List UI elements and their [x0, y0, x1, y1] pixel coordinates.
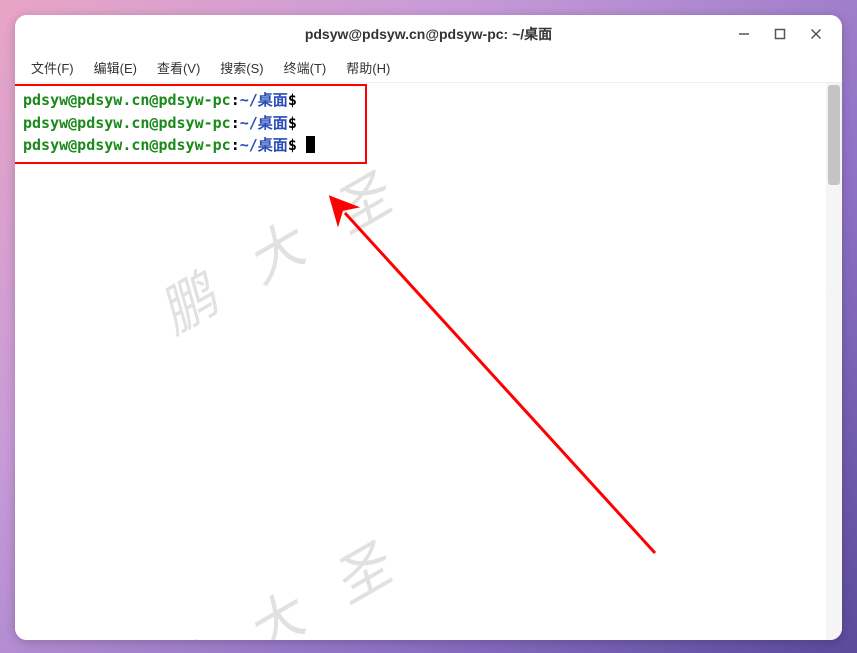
prompt-path: ~/桌面 [240, 136, 288, 154]
prompt-path: ~/桌面 [240, 114, 288, 132]
close-button[interactable] [798, 19, 834, 49]
menu-file[interactable]: 文件(F) [23, 55, 82, 80]
prompt-separator: : [231, 91, 240, 109]
menu-help[interactable]: 帮助(H) [338, 55, 398, 80]
maximize-button[interactable] [762, 19, 798, 49]
prompt-userhost: pdsyw@pdsyw.cn@pdsyw-pc [23, 91, 231, 109]
menu-terminal[interactable]: 终端(T) [276, 55, 335, 80]
menu-search[interactable]: 搜索(S) [212, 55, 271, 80]
scrollbar-thumb[interactable] [828, 85, 840, 185]
close-icon [809, 27, 823, 41]
maximize-icon [773, 27, 787, 41]
window-title: pdsyw@pdsyw.cn@pdsyw-pc: ~/桌面 [305, 24, 552, 44]
prompt-separator: : [231, 114, 240, 132]
terminal-line: pdsyw@pdsyw.cn@pdsyw-pc:~/桌面$ [23, 134, 818, 157]
window-controls [726, 15, 834, 52]
watermark-text: 鹏大圣 [144, 134, 445, 355]
menu-view[interactable]: 查看(V) [149, 55, 208, 80]
terminal-content[interactable]: pdsyw@pdsyw.cn@pdsyw-pc:~/桌面$ pdsyw@pdsy… [15, 83, 826, 640]
minimize-icon [737, 27, 751, 41]
prompt-separator: : [231, 136, 240, 154]
prompt-suffix: $ [288, 91, 297, 109]
watermark-text: 鹏大圣 [144, 504, 445, 640]
prompt-suffix: $ [288, 136, 306, 154]
annotation-arrow [15, 83, 826, 640]
minimize-button[interactable] [726, 19, 762, 49]
window-titlebar[interactable]: pdsyw@pdsyw.cn@pdsyw-pc: ~/桌面 [15, 15, 842, 53]
terminal-line: pdsyw@pdsyw.cn@pdsyw-pc:~/桌面$ [23, 89, 818, 112]
prompt-path: ~/桌面 [240, 91, 288, 109]
terminal-cursor [306, 136, 315, 153]
prompt-userhost: pdsyw@pdsyw.cn@pdsyw-pc [23, 136, 231, 154]
scrollbar-vertical[interactable] [826, 83, 842, 640]
prompt-suffix: $ [288, 114, 297, 132]
terminal-line: pdsyw@pdsyw.cn@pdsyw-pc:~/桌面$ [23, 112, 818, 135]
terminal-area: pdsyw@pdsyw.cn@pdsyw-pc:~/桌面$ pdsyw@pdsy… [15, 83, 842, 640]
prompt-userhost: pdsyw@pdsyw.cn@pdsyw-pc [23, 114, 231, 132]
terminal-window: pdsyw@pdsyw.cn@pdsyw-pc: ~/桌面 文件(F) 编辑(E… [15, 15, 842, 640]
menu-edit[interactable]: 编辑(E) [86, 55, 145, 80]
menubar: 文件(F) 编辑(E) 查看(V) 搜索(S) 终端(T) 帮助(H) [15, 53, 842, 83]
